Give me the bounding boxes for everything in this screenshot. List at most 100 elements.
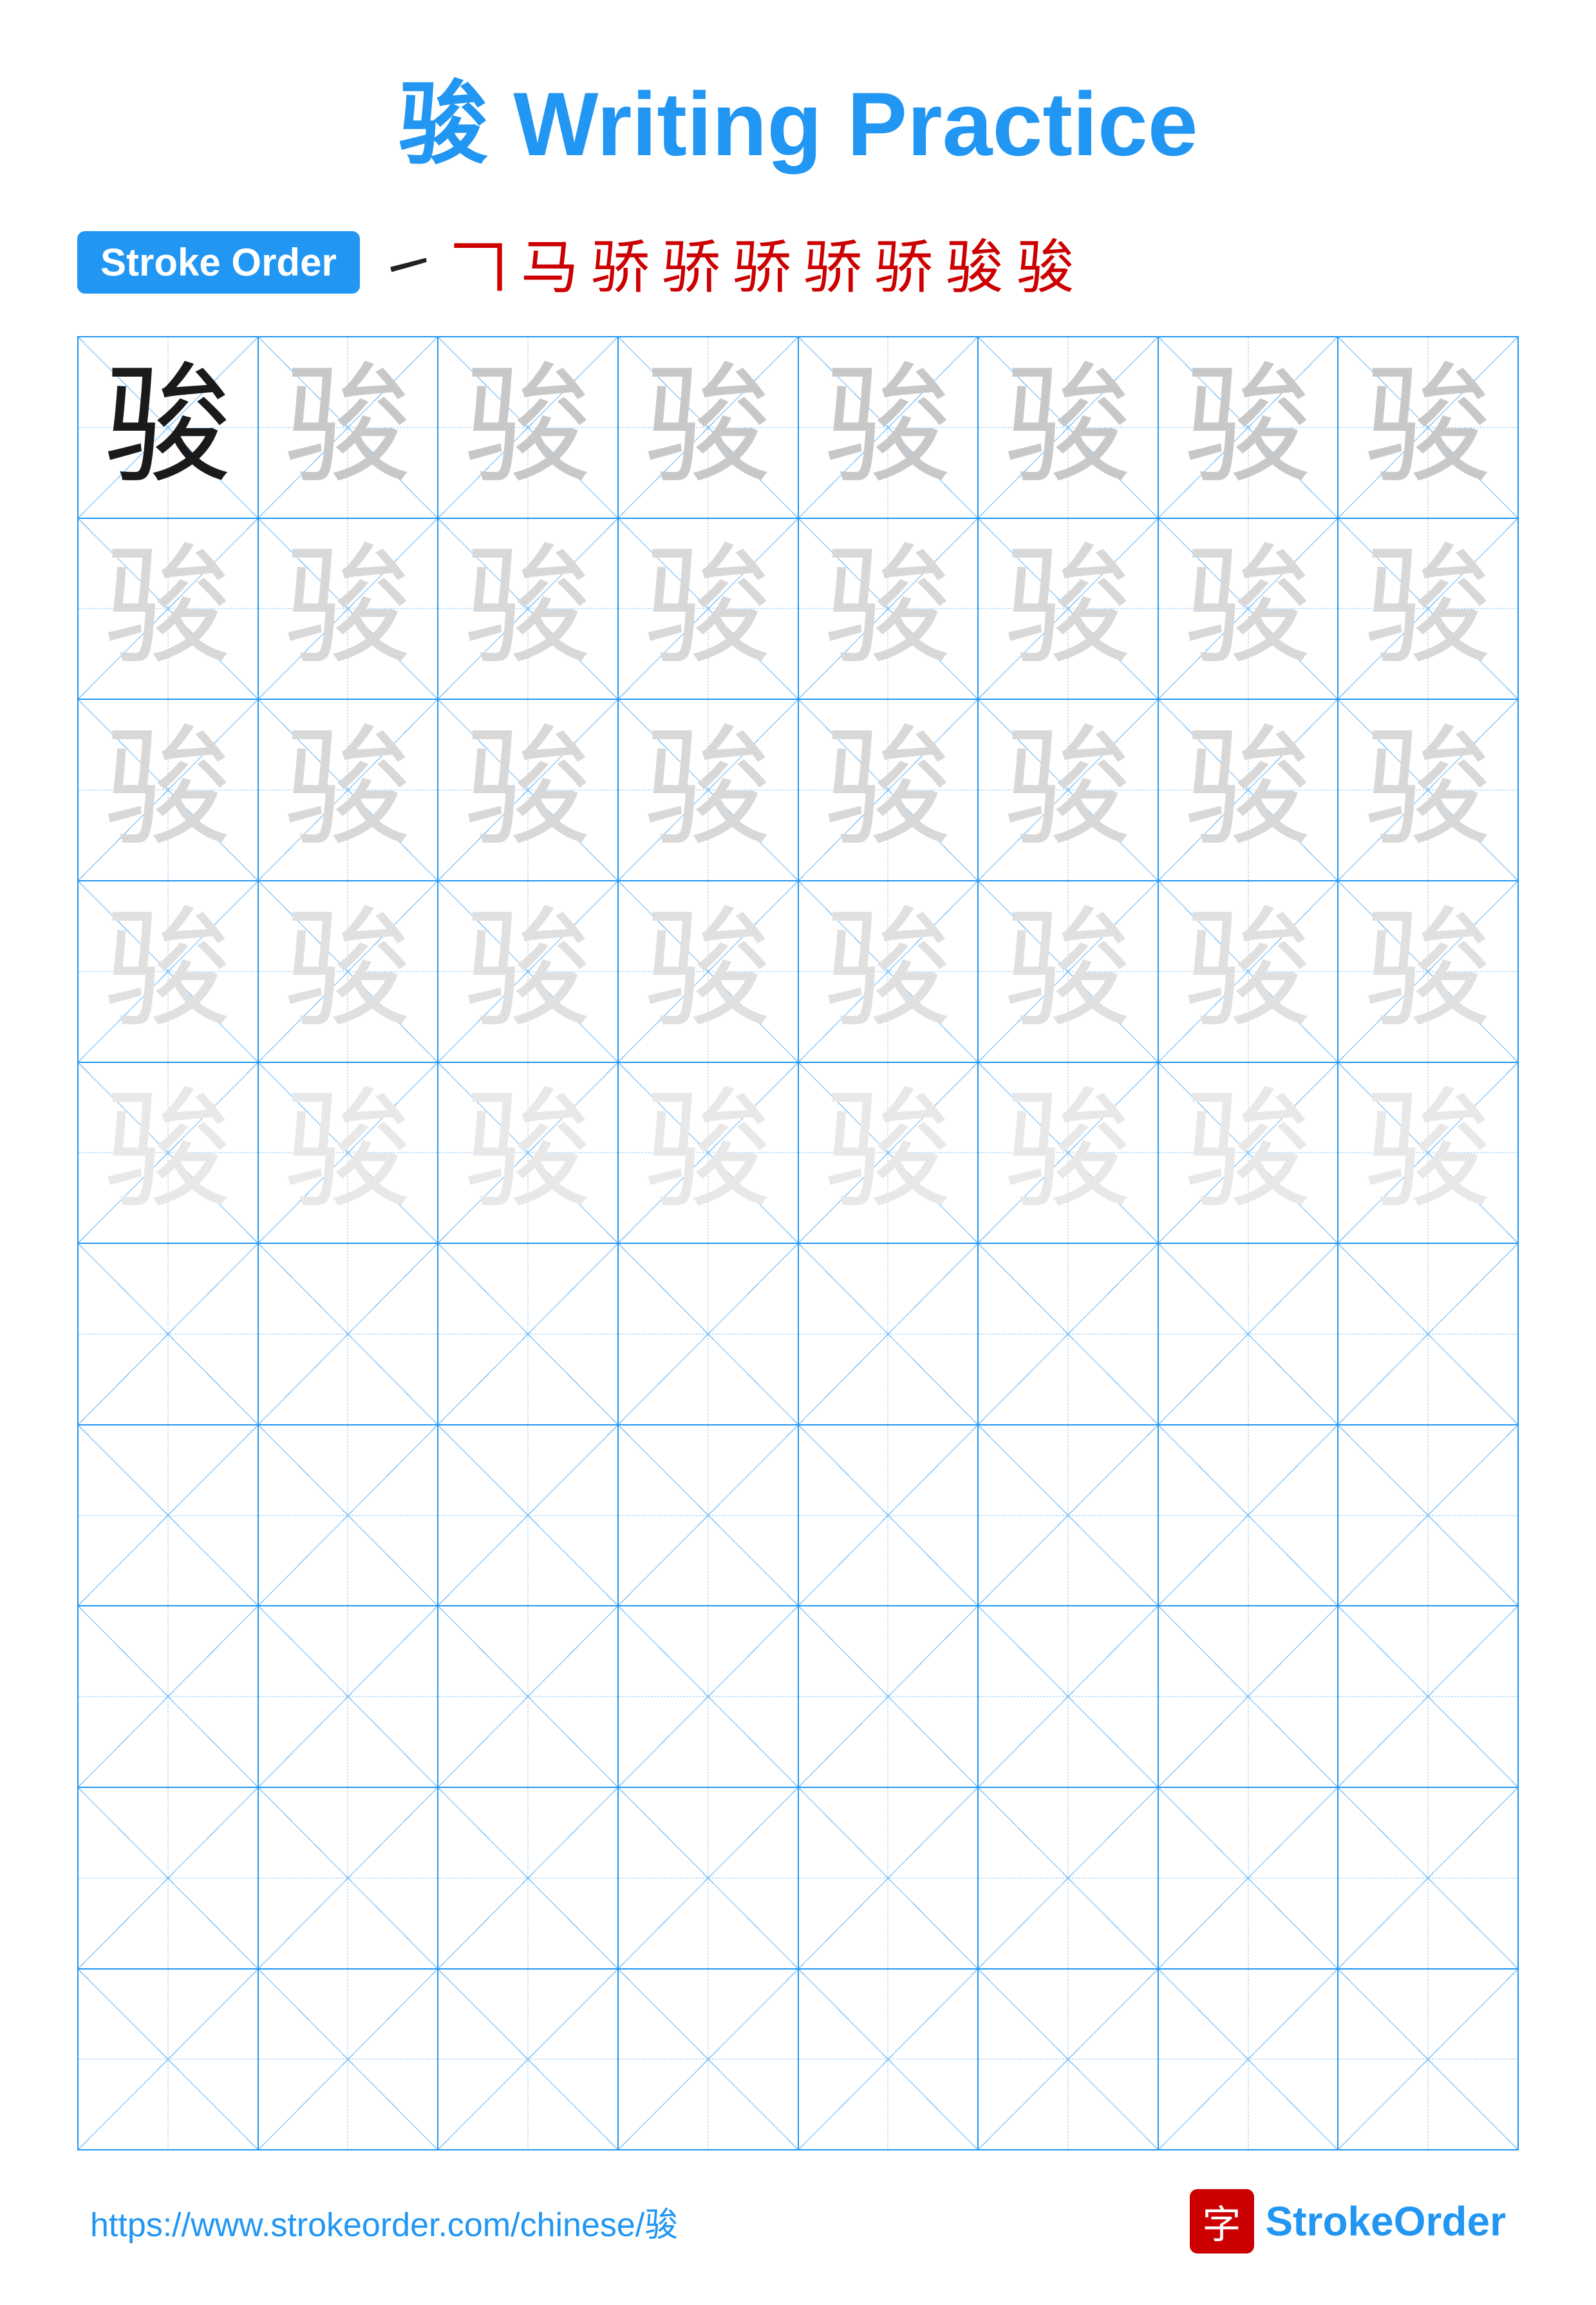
grid-cell-5-2[interactable]: 骏 — [259, 1063, 439, 1243]
grid-cell-8-7[interactable] — [1159, 1606, 1339, 1787]
grid-cell-10-1[interactable] — [79, 1970, 259, 2150]
strokeorder-logo-brand: StrokeOrder — [1266, 2198, 1506, 2244]
grid-cell-5-7[interactable]: 骏 — [1159, 1063, 1339, 1243]
grid-cell-10-8[interactable] — [1338, 1970, 1517, 2150]
grid-cell-9-7[interactable] — [1159, 1788, 1339, 1968]
strokeorder-logo-text: StrokeOrder — [1266, 2197, 1506, 2245]
grid-cell-10-5[interactable] — [799, 1970, 979, 2150]
grid-cell-9-2[interactable] — [259, 1788, 439, 1968]
grid-cell-4-2[interactable]: 骏 — [259, 881, 439, 1062]
grid-cell-4-5[interactable]: 骏 — [799, 881, 979, 1062]
grid-cell-4-8[interactable]: 骏 — [1338, 881, 1517, 1062]
grid-cell-9-5[interactable] — [799, 1788, 979, 1968]
grid-cell-7-8[interactable] — [1338, 1425, 1517, 1606]
grid-cell-2-8[interactable]: 骏 — [1338, 519, 1517, 699]
grid-cell-3-3[interactable]: 骏 — [438, 700, 619, 880]
grid-cell-7-5[interactable] — [799, 1425, 979, 1606]
grid-cell-5-6[interactable]: 骏 — [979, 1063, 1159, 1243]
grid-cell-3-5[interactable]: 骏 — [799, 700, 979, 880]
grid-cell-5-3[interactable]: 骏 — [438, 1063, 619, 1243]
grid-cell-4-3[interactable]: 骏 — [438, 881, 619, 1062]
grid-cell-10-3[interactable] — [438, 1970, 619, 2150]
char-trace: 骏 — [283, 363, 412, 492]
grid-row-1: 骏 骏 骏 骏 骏 骏 骏 — [79, 337, 1517, 519]
grid-cell-2-6[interactable]: 骏 — [979, 519, 1159, 699]
grid-cell-5-4[interactable]: 骏 — [619, 1063, 799, 1243]
grid-cell-4-6[interactable]: 骏 — [979, 881, 1159, 1062]
stroke-1: ㇀ — [379, 220, 437, 304]
char-trace: 骏 — [104, 726, 232, 854]
grid-cell-5-8[interactable]: 骏 — [1338, 1063, 1517, 1243]
grid-cell-9-3[interactable] — [438, 1788, 619, 1968]
footer-url[interactable]: https://www.strokeorder.com/chinese/骏 — [90, 2197, 678, 2246]
char-dark: 骏 — [104, 363, 232, 492]
grid-cell-6-4[interactable] — [619, 1244, 799, 1424]
grid-cell-10-2[interactable] — [259, 1970, 439, 2150]
grid-cell-7-2[interactable] — [259, 1425, 439, 1606]
grid-cell-8-3[interactable] — [438, 1606, 619, 1787]
grid-cell-8-8[interactable] — [1338, 1606, 1517, 1787]
grid-cell-5-5[interactable]: 骏 — [799, 1063, 979, 1243]
grid-cell-8-4[interactable] — [619, 1606, 799, 1787]
char-trace: 骏 — [644, 363, 773, 492]
grid-cell-3-2[interactable]: 骏 — [259, 700, 439, 880]
grid-cell-1-2[interactable]: 骏 — [259, 337, 439, 518]
grid-cell-6-5[interactable] — [799, 1244, 979, 1424]
grid-cell-10-7[interactable] — [1159, 1970, 1339, 2150]
grid-cell-7-7[interactable] — [1159, 1425, 1339, 1606]
grid-cell-8-1[interactable] — [79, 1606, 259, 1787]
grid-cell-1-4[interactable]: 骏 — [619, 337, 799, 518]
grid-cell-7-6[interactable] — [979, 1425, 1159, 1606]
grid-cell-3-7[interactable]: 骏 — [1159, 700, 1339, 880]
grid-cell-6-8[interactable] — [1338, 1244, 1517, 1424]
char-trace: 骏 — [644, 1088, 773, 1217]
grid-row-8 — [79, 1606, 1517, 1788]
grid-cell-1-5[interactable]: 骏 — [799, 337, 979, 518]
grid-cell-2-7[interactable]: 骏 — [1159, 519, 1339, 699]
stroke-7: 骄 — [804, 220, 862, 304]
grid-cell-6-7[interactable] — [1159, 1244, 1339, 1424]
grid-cell-7-1[interactable] — [79, 1425, 259, 1606]
grid-cell-9-6[interactable] — [979, 1788, 1159, 1968]
grid-cell-3-4[interactable]: 骏 — [619, 700, 799, 880]
grid-cell-8-6[interactable] — [979, 1606, 1159, 1787]
grid-cell-1-8[interactable]: 骏 — [1338, 337, 1517, 518]
grid-cell-6-3[interactable] — [438, 1244, 619, 1424]
grid-cell-1-6[interactable]: 骏 — [979, 337, 1159, 518]
grid-cell-4-1[interactable]: 骏 — [79, 881, 259, 1062]
grid-cell-1-3[interactable]: 骏 — [438, 337, 619, 518]
grid-cell-9-4[interactable] — [619, 1788, 799, 1968]
char-trace: 骏 — [464, 1088, 592, 1217]
grid-cell-3-8[interactable]: 骏 — [1338, 700, 1517, 880]
grid-cell-9-1[interactable] — [79, 1788, 259, 1968]
grid-cell-6-6[interactable] — [979, 1244, 1159, 1424]
grid-cell-1-1[interactable]: 骏 — [79, 337, 259, 518]
char-trace: 骏 — [823, 544, 952, 673]
stroke-9: 骏 — [946, 220, 1004, 304]
grid-cell-9-8[interactable] — [1338, 1788, 1517, 1968]
grid-cell-1-7[interactable]: 骏 — [1159, 337, 1339, 518]
grid-cell-6-2[interactable] — [259, 1244, 439, 1424]
grid-cell-10-6[interactable] — [979, 1970, 1159, 2150]
grid-cell-7-4[interactable] — [619, 1425, 799, 1606]
grid-cell-2-4[interactable]: 骏 — [619, 519, 799, 699]
stroke-3: 马 — [521, 220, 579, 304]
grid-cell-8-5[interactable] — [799, 1606, 979, 1787]
grid-cell-10-4[interactable] — [619, 1970, 799, 2150]
grid-cell-2-5[interactable]: 骏 — [799, 519, 979, 699]
grid-cell-2-1[interactable]: 骏 — [79, 519, 259, 699]
char-trace: 骏 — [1364, 726, 1492, 854]
grid-cell-4-4[interactable]: 骏 — [619, 881, 799, 1062]
grid-cell-8-2[interactable] — [259, 1606, 439, 1787]
grid-cell-5-1[interactable]: 骏 — [79, 1063, 259, 1243]
grid-cell-2-3[interactable]: 骏 — [438, 519, 619, 699]
grid-cell-3-1[interactable]: 骏 — [79, 700, 259, 880]
grid-cell-4-7[interactable]: 骏 — [1159, 881, 1339, 1062]
grid-cell-7-3[interactable] — [438, 1425, 619, 1606]
stroke-8: 骄 — [875, 220, 933, 304]
char-trace: 骏 — [464, 544, 592, 673]
grid-cell-2-2[interactable]: 骏 — [259, 519, 439, 699]
char-trace: 骏 — [823, 907, 952, 1036]
grid-cell-3-6[interactable]: 骏 — [979, 700, 1159, 880]
grid-cell-6-1[interactable] — [79, 1244, 259, 1424]
